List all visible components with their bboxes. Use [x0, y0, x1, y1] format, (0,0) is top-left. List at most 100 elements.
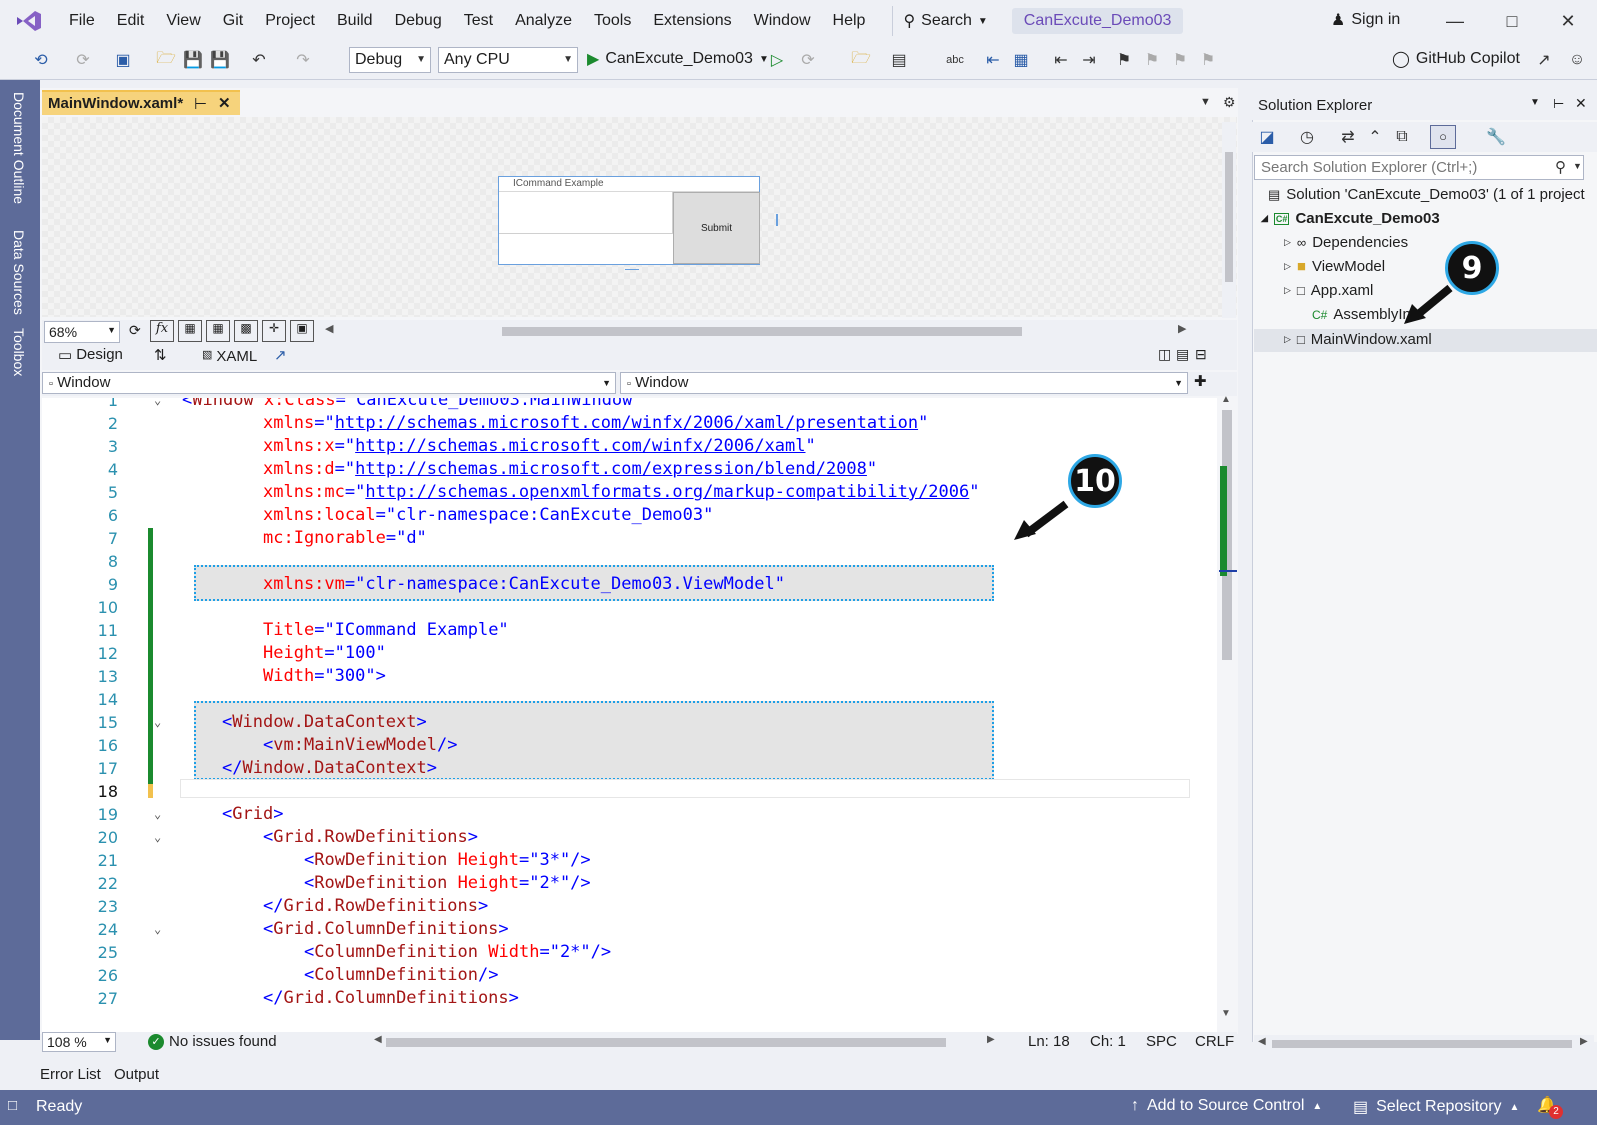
- select-repository-button[interactable]: ▤ Select Repository ▲: [1353, 1097, 1519, 1117]
- undo-icon[interactable]: ↶: [248, 49, 270, 71]
- distribute-icon[interactable]: ▦: [1010, 49, 1032, 71]
- tree-item-solution[interactable]: ▤ Solution 'CanExcute_Demo03' (1 of 1 pr…: [1268, 186, 1585, 203]
- designer-zoom-dropdown[interactable]: 68% ▼: [44, 321, 120, 343]
- show-all-files-icon[interactable]: ⧉: [1391, 126, 1413, 148]
- solution-search-input[interactable]: Search Solution Explorer (Ctrl+;) ⚲ ▼: [1254, 155, 1584, 180]
- tab-output[interactable]: Output: [114, 1066, 159, 1083]
- switch-views-icon[interactable]: ◪: [1256, 126, 1278, 148]
- save-icon[interactable]: 💾: [182, 49, 204, 71]
- menu-extensions[interactable]: Extensions: [642, 0, 742, 42]
- clear-bookmarks-icon[interactable]: ⚑: [1197, 49, 1219, 71]
- layout-icon[interactable]: ▤: [888, 49, 910, 71]
- tab-xaml[interactable]: ▧ XAML: [202, 348, 257, 365]
- history-icon[interactable]: ◷: [1296, 126, 1318, 148]
- close-window-button[interactable]: ✕: [1548, 8, 1588, 34]
- pin-icon[interactable]: ⊢: [1553, 96, 1564, 112]
- toolbox-tab[interactable]: Toolbox: [11, 328, 27, 376]
- tree-item-dependencies[interactable]: ▷ ∞ Dependencies: [1284, 234, 1408, 251]
- issues-indicator[interactable]: ✓ No issues found: [148, 1033, 277, 1050]
- scroll-left-icon[interactable]: ◀: [325, 322, 333, 335]
- scroll-down-icon[interactable]: ▼: [1221, 1008, 1231, 1019]
- collapse-all-icon[interactable]: ⌃: [1364, 126, 1386, 148]
- collapse-icon[interactable]: ⌄: [154, 803, 161, 826]
- solution-horizontal-scrollbar[interactable]: ◀ ▶: [1254, 1035, 1594, 1053]
- prev-bookmark-icon[interactable]: ⚑: [1141, 49, 1163, 71]
- run-button[interactable]: ▶ CanExcute_Demo03 ▼: [587, 49, 769, 69]
- share-icon[interactable]: ↗: [1533, 49, 1555, 71]
- scroll-right-icon[interactable]: ▶: [1580, 1036, 1588, 1047]
- minimize-button[interactable]: —: [1435, 8, 1475, 34]
- collapse-pane-icon[interactable]: ⊟: [1195, 346, 1207, 363]
- search-button[interactable]: ⚲ Search ▼: [892, 6, 997, 36]
- tab-error-list[interactable]: Error List: [40, 1066, 101, 1083]
- copilot-button[interactable]: ◯ GitHub Copilot: [1392, 49, 1520, 69]
- swap-panes-icon[interactable]: ⇅: [154, 346, 167, 364]
- add-to-source-control-button[interactable]: ↑ Add to Source Control ▲: [1131, 1097, 1322, 1115]
- menu-analyze[interactable]: Analyze: [504, 0, 583, 42]
- scroll-right-icon[interactable]: ▶: [987, 1034, 995, 1045]
- redo-icon[interactable]: ↷: [292, 49, 314, 71]
- configuration-dropdown[interactable]: Debug ▼: [349, 47, 431, 73]
- menu-test[interactable]: Test: [453, 0, 504, 42]
- chevron-down-icon[interactable]: ▼: [1530, 97, 1540, 108]
- menu-build[interactable]: Build: [326, 0, 384, 42]
- bookmark-icon[interactable]: ⚑: [1113, 49, 1135, 71]
- nav-right-dropdown[interactable]: ▫ Window ▼: [620, 372, 1188, 394]
- collapse-icon[interactable]: ⌄: [154, 826, 161, 849]
- snap-grid-icon[interactable]: ▦: [206, 320, 230, 342]
- feedback-icon[interactable]: ☺: [1566, 49, 1588, 71]
- tree-item-project[interactable]: ◢ C# CanExcute_Demo03: [1261, 210, 1440, 227]
- properties-wrench-icon[interactable]: 🔧: [1485, 126, 1507, 148]
- tree-item-app-xaml[interactable]: ▷ □ App.xaml: [1284, 282, 1373, 299]
- xaml-code-editor[interactable]: 1 ⌄ <Window x:Class="CanExcute_Demo03.Main…: [42, 398, 1217, 1032]
- tree-item-viewmodel[interactable]: ▷ ■ ViewModel: [1284, 258, 1385, 275]
- scroll-left-icon[interactable]: ◀: [374, 1034, 382, 1045]
- editor-horizontal-scrollbar[interactable]: [386, 1038, 946, 1047]
- notifications-button[interactable]: 🔔 2: [1537, 1095, 1563, 1119]
- menu-edit[interactable]: Edit: [106, 0, 156, 42]
- vs-logo-icon[interactable]: [0, 0, 58, 42]
- collapse-icon[interactable]: ⌄: [154, 398, 161, 412]
- checker-icon[interactable]: ▩: [234, 320, 258, 342]
- resize-handle[interactable]: [625, 266, 639, 270]
- menu-debug[interactable]: Debug: [384, 0, 453, 42]
- collapse-icon[interactable]: ⌄: [154, 918, 161, 941]
- close-panel-icon[interactable]: ✕: [1575, 95, 1587, 112]
- menu-view[interactable]: View: [155, 0, 211, 42]
- scroll-left-icon[interactable]: ◀: [1258, 1036, 1266, 1047]
- new-project-icon[interactable]: ▣: [112, 49, 134, 71]
- tree-view-icon[interactable]: ○: [1430, 125, 1456, 149]
- scroll-right-icon[interactable]: ▶: [1178, 322, 1186, 335]
- editor-vertical-scrollbar[interactable]: ▲ ▼: [1217, 394, 1237, 1032]
- menu-tools[interactable]: Tools: [583, 0, 642, 42]
- sign-in-button[interactable]: ♟ Sign in: [1331, 10, 1400, 30]
- start-without-debug-icon[interactable]: ▷: [766, 49, 788, 71]
- document-tab-mainwindow[interactable]: MainWindow.xaml* ⊢ ✕: [42, 90, 240, 115]
- whitespace-mode[interactable]: SPC: [1146, 1033, 1177, 1050]
- close-tab-icon[interactable]: ✕: [218, 94, 231, 112]
- menu-window[interactable]: Window: [743, 0, 822, 42]
- designer-horizontal-scrollbar[interactable]: [502, 327, 1022, 336]
- editor-zoom-dropdown[interactable]: 108 % ▼: [42, 1032, 116, 1052]
- fx-effects-icon[interactable]: fx: [150, 320, 174, 342]
- split-editor-icon[interactable]: ✚: [1194, 372, 1207, 390]
- grid-icon[interactable]: ▦: [178, 320, 202, 342]
- device-icon[interactable]: ▣: [290, 320, 314, 342]
- next-bookmark-icon[interactable]: ⚑: [1169, 49, 1191, 71]
- back-icon[interactable]: ⟲: [30, 49, 52, 71]
- refresh-icon[interactable]: ⟳: [129, 322, 141, 339]
- tree-item-assemblyinfo[interactable]: C# AssemblyIn: [1312, 306, 1411, 323]
- designer-vertical-scrollbar[interactable]: [1222, 122, 1236, 318]
- nav-left-dropdown[interactable]: ▫ Window ▼: [42, 372, 616, 394]
- line-ending-mode[interactable]: CRLF: [1195, 1033, 1234, 1050]
- tree-item-mainwindow-xaml[interactable]: ▷ □ MainWindow.xaml: [1284, 331, 1432, 348]
- collapse-icon[interactable]: ⌄: [154, 711, 161, 734]
- pin-icon[interactable]: ⊢: [194, 95, 207, 113]
- folder-icon[interactable]: 🗁: [850, 49, 872, 71]
- split-horizontal-icon[interactable]: ▤: [1176, 346, 1189, 363]
- settings-gear-icon[interactable]: ⚙: [1223, 94, 1236, 111]
- split-vertical-icon[interactable]: ◫: [1158, 346, 1171, 363]
- align-icon[interactable]: ⇤: [982, 49, 1004, 71]
- sync-icon[interactable]: ⇄: [1337, 126, 1359, 148]
- forward-icon[interactable]: ⟳: [72, 49, 94, 71]
